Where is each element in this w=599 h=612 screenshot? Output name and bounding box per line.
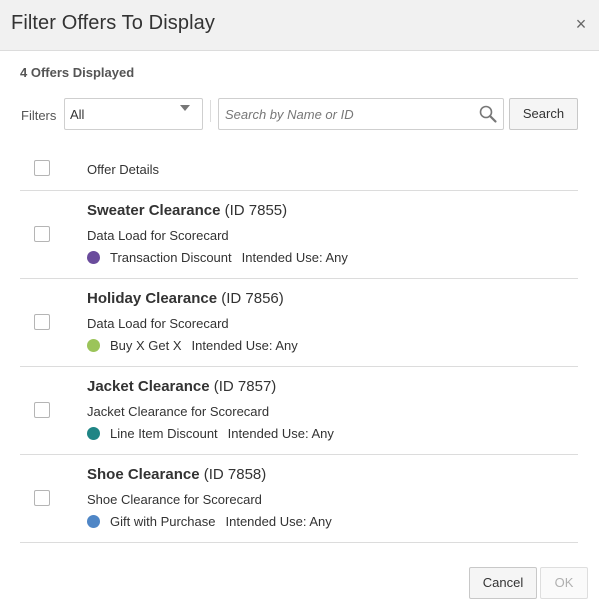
offer-type-dot-icon [87, 339, 100, 352]
offer-title: Jacket Clearance (ID 7857) [87, 378, 276, 395]
search-input[interactable] [218, 98, 504, 130]
toolbar-divider [210, 100, 211, 122]
filter-offers-dialog: Filter Offers To Display × 4 Offers Disp… [0, 0, 599, 612]
offer-id: (ID 7857) [213, 378, 277, 395]
offers-table: Offer Details Sweater Clearance (ID 7855… [20, 146, 578, 543]
dialog-title: Filter Offers To Display [11, 12, 215, 34]
offer-id: (ID 7855) [224, 202, 288, 219]
offer-name: Holiday Clearance [87, 290, 218, 307]
search-button[interactable]: Search [509, 98, 578, 130]
offer-description: Jacket Clearance for Scorecard [87, 404, 270, 419]
offer-intended-use: Intended Use: Any [227, 426, 334, 441]
search-icon[interactable] [478, 104, 498, 124]
offer-title: Shoe Clearance (ID 7858) [87, 466, 266, 483]
cancel-button[interactable]: Cancel [469, 567, 537, 599]
filter-select-value: All [70, 107, 85, 122]
table-header: Offer Details [20, 146, 578, 191]
offer-type: Line Item Discount [110, 426, 218, 441]
offer-type-dot-icon [87, 515, 100, 528]
offer-intended-use: Intended Use: Any [191, 338, 298, 353]
offer-meta: Gift with Purchase Intended Use: Any [87, 514, 332, 529]
offer-id: (ID 7858) [203, 466, 267, 483]
offer-type: Transaction Discount [110, 250, 232, 265]
offer-type: Gift with Purchase [110, 514, 216, 529]
table-row: Jacket Clearance (ID 7857) Jacket Cleara… [20, 367, 578, 455]
row-checkbox[interactable] [34, 490, 50, 506]
row-checkbox[interactable] [34, 314, 50, 330]
offer-id: (ID 7856) [221, 290, 284, 307]
offer-type-dot-icon [87, 251, 100, 264]
filter-select[interactable]: All [64, 98, 203, 130]
offers-count: 4 Offers Displayed [20, 65, 135, 80]
offer-name: Jacket Clearance [87, 378, 210, 395]
offer-meta: Line Item Discount Intended Use: Any [87, 426, 334, 441]
offer-title: Holiday Clearance (ID 7856) [87, 290, 284, 307]
ok-button[interactable]: OK [540, 567, 588, 599]
offer-name: Shoe Clearance [87, 466, 200, 483]
select-all-checkbox[interactable] [34, 160, 50, 176]
table-row: Sweater Clearance (ID 7855) Data Load fo… [20, 191, 578, 279]
chevron-down-icon [180, 105, 190, 111]
offer-title: Sweater Clearance (ID 7855) [87, 202, 287, 219]
offer-meta: Transaction Discount Intended Use: Any [87, 250, 348, 265]
offer-details-header: Offer Details [87, 162, 160, 177]
offer-meta: Buy X Get X Intended Use: Any [87, 338, 298, 353]
offer-name: Sweater Clearance [87, 202, 221, 219]
offer-type-dot-icon [87, 427, 100, 440]
offer-description: Data Load for Scorecard [87, 228, 229, 243]
offer-intended-use: Intended Use: Any [241, 250, 348, 265]
close-icon[interactable]: × [573, 15, 589, 33]
offer-description: Data Load for Scorecard [87, 316, 229, 331]
row-checkbox[interactable] [34, 402, 50, 418]
row-checkbox[interactable] [34, 226, 50, 242]
dialog-header: Filter Offers To Display × [0, 0, 599, 51]
table-row: Shoe Clearance (ID 7858) Shoe Clearance … [20, 455, 578, 543]
offer-intended-use: Intended Use: Any [225, 514, 332, 529]
table-row: Holiday Clearance (ID 7856) Data Load fo… [20, 279, 578, 367]
filters-label: Filters [21, 108, 57, 123]
offer-description: Shoe Clearance for Scorecard [87, 492, 262, 507]
offer-type: Buy X Get X [110, 338, 182, 353]
